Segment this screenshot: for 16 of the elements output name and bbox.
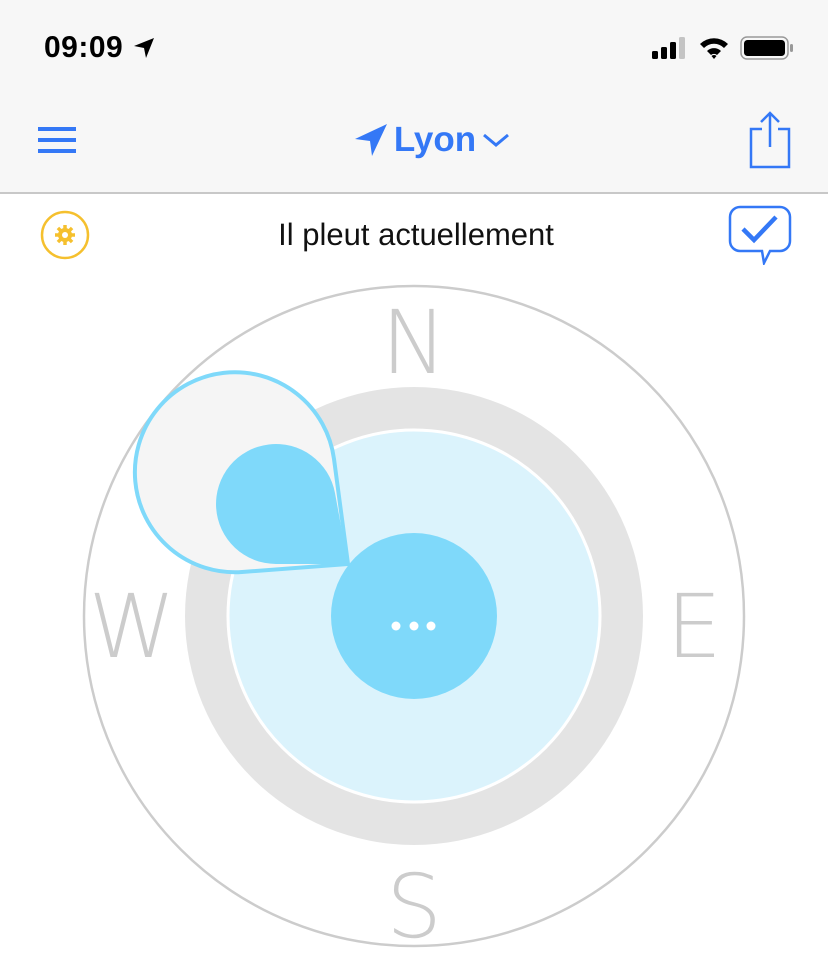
location-selector[interactable]: Lyon bbox=[354, 120, 510, 160]
settings-icon bbox=[40, 210, 90, 260]
menu-icon bbox=[38, 126, 76, 154]
share-button[interactable] bbox=[748, 110, 792, 168]
status-time: 09:09 bbox=[44, 30, 124, 64]
menu-button[interactable] bbox=[38, 126, 76, 154]
location-arrow-icon bbox=[354, 122, 388, 156]
location-arrow-icon bbox=[133, 36, 156, 58]
battery-icon bbox=[740, 36, 794, 60]
weather-status: Il pleut actuellement bbox=[278, 217, 554, 253]
share-icon bbox=[748, 110, 792, 168]
wifi-icon bbox=[698, 36, 730, 60]
chevron-down-icon bbox=[482, 132, 510, 148]
feedback-button[interactable] bbox=[728, 205, 792, 265]
check-bubble-icon bbox=[728, 205, 792, 265]
signal-icon bbox=[652, 36, 688, 58]
